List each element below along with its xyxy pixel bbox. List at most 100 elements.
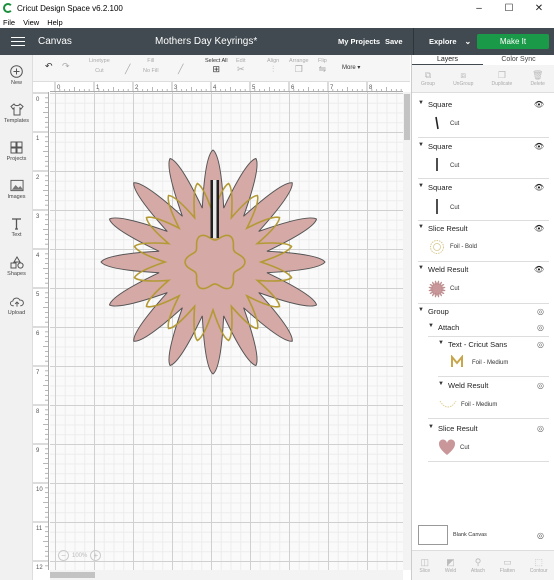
contour-button[interactable]: ⬚ Contour (530, 557, 548, 574)
caret-down-icon[interactable]: ▼ (418, 142, 424, 148)
arrange-button[interactable]: Arrange ❐ (289, 58, 309, 75)
sidebar-item-new[interactable]: New (0, 65, 33, 86)
layer-thumbnail (430, 240, 444, 254)
caret-down-icon[interactable]: ▼ (418, 307, 424, 313)
caret-down-icon[interactable]: ▼ (428, 323, 434, 329)
design-canvas[interactable] (50, 92, 403, 570)
ungroup-button[interactable]: ⧈ UnGroup (453, 70, 473, 87)
sidebar-label-images: Images (7, 194, 26, 200)
vertical-scrollbar[interactable] (403, 92, 411, 570)
slice-icon: ◫ (420, 557, 430, 567)
layer-operation: Foil - Bold (450, 244, 478, 250)
layer-operation: Cut (450, 121, 460, 127)
caret-down-icon[interactable]: ▼ (418, 265, 424, 271)
horizontal-scrollbar[interactable] (50, 570, 403, 580)
eye-icon[interactable]: 👁 (534, 224, 544, 233)
duplicate-label: Duplicate (491, 81, 513, 87)
eye-hidden-icon[interactable]: ◎ (537, 323, 544, 332)
square-line-1[interactable] (210, 180, 214, 238)
sidebar-item-templates[interactable]: Templates (0, 103, 33, 124)
tab-color-sync[interactable]: Color Sync (483, 55, 554, 65)
redo-button[interactable]: ↷ (62, 61, 70, 72)
sidebar-item-text[interactable]: Text (0, 217, 33, 238)
layer-name: Group (428, 307, 449, 316)
sidebar-item-upload[interactable]: Upload (0, 295, 33, 316)
ruler-top-label: 7 (330, 85, 334, 91)
flip-button[interactable]: Flip ⇋ (318, 58, 327, 75)
ungroup-label: UnGroup (453, 81, 474, 87)
menu-help[interactable]: Help (47, 18, 62, 27)
menu-bar: File View Help (0, 16, 554, 28)
zoom-in-button[interactable]: + (90, 550, 102, 561)
attach-button[interactable]: ⚲ Attach (471, 557, 485, 574)
eye-icon[interactable]: 👁 (534, 265, 544, 274)
make-it-button[interactable]: Make It (477, 34, 549, 49)
caret-down-icon[interactable]: ▼ (428, 424, 434, 430)
square-line-2[interactable] (216, 180, 220, 238)
layer-operation: Cut (450, 286, 460, 292)
delete-button[interactable]: 🗑 Delete (530, 70, 544, 87)
machine-select[interactable]: Explore ⌄ (413, 28, 471, 55)
sidebar-item-shapes[interactable]: Shapes (0, 256, 33, 277)
ruler-left-label: 5 (36, 292, 40, 298)
ruler-left-label: 3 (36, 214, 40, 220)
flower-design[interactable] (50, 92, 403, 570)
trash-icon: 🗑 (531, 70, 544, 80)
attach-icon: ⚲ (474, 557, 482, 567)
edit-button[interactable]: Edit ✂ (236, 58, 245, 75)
more-button[interactable]: More ▾ (342, 64, 360, 71)
eye-icon[interactable]: 👁 (534, 183, 544, 192)
eye-icon[interactable]: 👁 (534, 142, 544, 151)
menu-view[interactable]: View (23, 18, 39, 27)
weld-label: Weld (444, 568, 457, 574)
sidebar-item-images[interactable]: Images (0, 179, 33, 200)
minimize-button[interactable]: – (464, 0, 494, 16)
close-button[interactable]: ✕ (524, 0, 554, 16)
ruler-top-label: 2 (135, 85, 139, 91)
ruler-top-label: 0 (57, 85, 61, 91)
eye-icon[interactable]: 👁 (534, 100, 544, 109)
ruler-top-label: 6 (291, 85, 295, 91)
caret-down-icon[interactable]: ▼ (418, 224, 424, 230)
fill-pen-button[interactable]: ╱ (178, 64, 183, 75)
undo-button[interactable]: ↶ (45, 61, 53, 72)
caret-down-icon[interactable]: ▼ (438, 381, 444, 387)
zoom-out-button[interactable]: − (58, 550, 69, 561)
sidebar-item-projects[interactable]: Projects (0, 141, 33, 162)
save-button[interactable]: Save (385, 37, 403, 46)
eye-hidden-icon[interactable]: ◎ (537, 424, 544, 433)
eye-hidden-icon[interactable]: ◎ (537, 531, 544, 540)
caret-down-icon[interactable]: ▼ (418, 183, 424, 189)
caret-down-icon[interactable]: ▼ (438, 340, 444, 346)
ruler-left-label: 9 (36, 448, 40, 454)
group-button[interactable]: ⧉ Group (421, 70, 435, 87)
align-button[interactable]: Align ⫶ (267, 58, 279, 75)
layer-name: Weld Result (448, 381, 489, 390)
linetype-label: Linetype (89, 58, 110, 64)
horizontal-scroll-thumb[interactable] (50, 572, 95, 578)
flatten-button[interactable]: ▭ Flatten (500, 557, 515, 574)
vertical-scroll-thumb[interactable] (404, 94, 410, 140)
slice-button[interactable]: ◫ Slice (419, 557, 430, 574)
tab-layers[interactable]: Layers (412, 55, 483, 65)
eye-hidden-icon[interactable]: ◎ (537, 340, 544, 349)
zoom-control: − 100% + (58, 550, 102, 561)
my-projects-button[interactable]: My Projects (338, 37, 380, 46)
linetype-select[interactable]: Linetype Cut (89, 58, 110, 74)
eye-hidden-icon[interactable]: ◎ (537, 381, 544, 390)
select-all-button[interactable]: Select All ⊞ (205, 58, 228, 75)
menu-file[interactable]: File (3, 18, 15, 27)
layer-name: Attach (438, 323, 460, 332)
caret-down-icon[interactable]: ▼ (418, 100, 424, 106)
linetype-value: Cut (95, 68, 104, 74)
eye-hidden-icon[interactable]: ◎ (537, 307, 544, 316)
linetype-pen-button[interactable]: ╱ (125, 64, 130, 75)
layer-name: Text - Cricut Sans (448, 340, 508, 349)
flatten-label: Flatten (499, 568, 516, 574)
hamburger-menu-icon[interactable] (11, 36, 25, 47)
maximize-button[interactable]: ☐ (494, 0, 524, 16)
duplicate-button[interactable]: ❐ Duplicate (491, 70, 512, 87)
weld-button[interactable]: ◩ Weld (445, 557, 456, 574)
fill-select[interactable]: Fill No Fill (143, 58, 159, 74)
blank-canvas-swatch[interactable] (418, 525, 448, 545)
